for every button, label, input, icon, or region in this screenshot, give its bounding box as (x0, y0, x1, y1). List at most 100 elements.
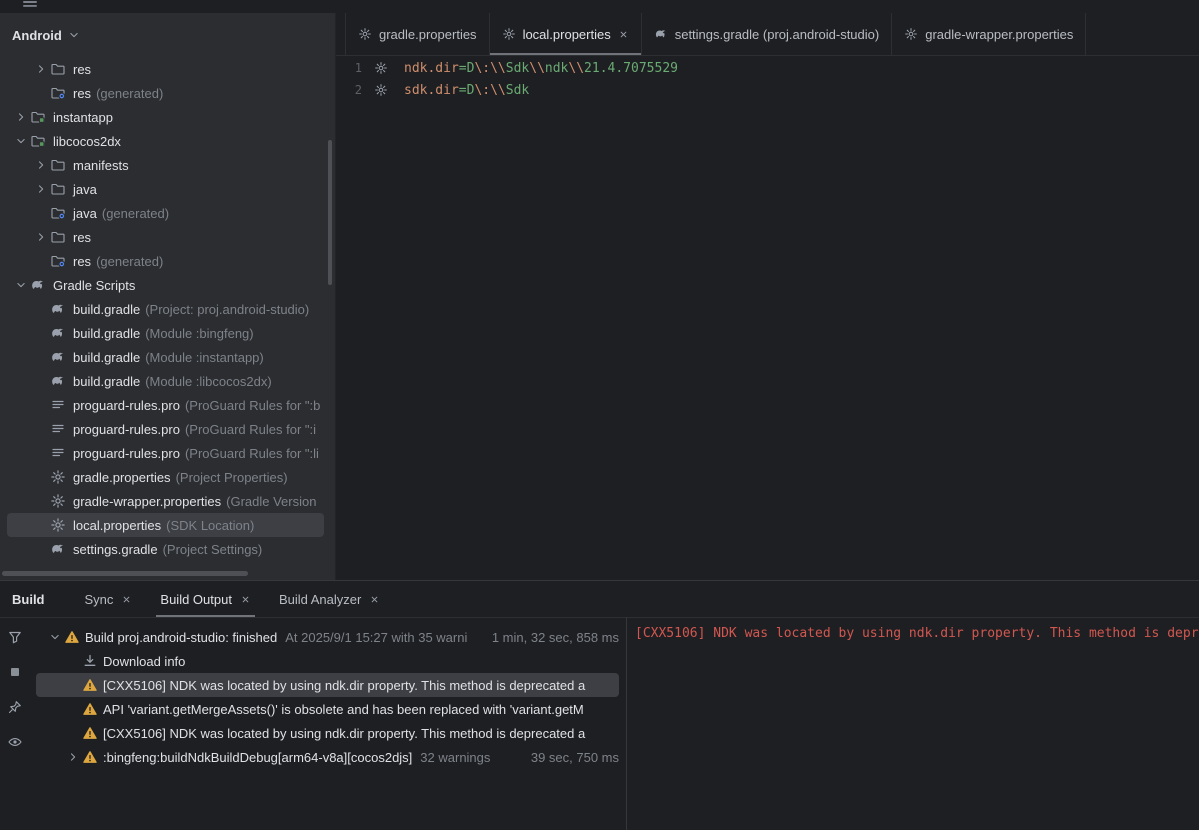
inspect-eye-icon[interactable] (7, 734, 23, 750)
chevron-spacer (64, 701, 82, 717)
tree-chevron[interactable] (32, 229, 50, 245)
project-view-selector[interactable]: Android (0, 13, 335, 57)
tree-chevron[interactable] (46, 629, 64, 645)
gradle-icon (50, 301, 66, 317)
build-tree-row-download-info[interactable]: Download info (30, 649, 625, 673)
gear-icon (904, 27, 918, 41)
gear-icon (50, 517, 66, 533)
tree-chevron[interactable] (32, 61, 50, 77)
stop-icon[interactable] (7, 664, 23, 680)
build-row-label: [CXX5106] NDK was located by using ndk.d… (103, 726, 585, 741)
tab-label: local.properties (523, 27, 611, 42)
text-file-icon (50, 445, 66, 461)
filter-icon[interactable] (7, 629, 23, 645)
tree-item-settings-gradle[interactable]: settings.gradle (Project Settings) (0, 537, 335, 561)
tree-item-build-gradle-project[interactable]: build.gradle (Project: proj.android-stud… (0, 297, 335, 321)
tree-chevron[interactable] (32, 157, 50, 173)
token: =D (459, 83, 475, 98)
vertical-scrollbar[interactable] (328, 140, 332, 285)
tree-item-res2-generated[interactable]: res (generated) (0, 249, 335, 273)
hamburger-menu-icon[interactable] (21, 0, 39, 11)
token: ndk.dir (404, 61, 459, 76)
tree-item-manifests[interactable]: manifests (0, 153, 335, 177)
build-console[interactable]: [CXX5106] NDK was located by using ndk.d… (626, 617, 1199, 830)
project-tree: res res (generated) instantapp libcocos2… (0, 57, 335, 561)
tree-item-res[interactable]: res (0, 57, 335, 81)
tree-chevron[interactable] (12, 133, 30, 149)
tab-label: settings.gradle (proj.android-studio) (675, 27, 880, 42)
token: =D (459, 61, 475, 76)
editor-content[interactable]: 1 ndk.dir=D\:\\Sdk\\ndk\\21.4.7075529 2 … (336, 56, 1199, 101)
tab-build-output[interactable]: Build Output (150, 581, 261, 617)
build-row-duration: 39 sec, 750 ms (531, 750, 625, 765)
tab-local-properties[interactable]: local.properties (490, 13, 642, 55)
build-tree-row-warning-2[interactable]: API 'variant.getMergeAssets()' is obsole… (30, 697, 625, 721)
tree-item-build-gradle-libcocos2dx[interactable]: build.gradle (Module :libcocos2dx) (0, 369, 335, 393)
tab-build-analyzer[interactable]: Build Analyzer (269, 581, 390, 617)
close-icon[interactable] (121, 594, 132, 605)
tree-chevron[interactable] (12, 109, 30, 125)
close-icon[interactable] (240, 594, 251, 605)
tree-item-gradle-scripts[interactable]: Gradle Scripts (0, 273, 335, 297)
tree-item-label: res (73, 86, 91, 101)
gutter-gear-icon[interactable] (374, 61, 388, 75)
tree-item-proguard-3[interactable]: proguard-rules.pro (ProGuard Rules for "… (0, 441, 335, 465)
chevron-spacer (32, 205, 50, 221)
close-icon[interactable] (369, 594, 380, 605)
build-output-tree: Build proj.android-studio: finished At 2… (30, 617, 625, 830)
folder-icon (50, 181, 66, 197)
tree-item-label: java (73, 206, 97, 221)
chevron-spacer (32, 517, 50, 533)
tab-sync[interactable]: Sync (75, 581, 143, 617)
project-view-title: Android (12, 28, 62, 43)
folder-icon (50, 157, 66, 173)
tree-item-libcocos2dx[interactable]: libcocos2dx (0, 129, 335, 153)
tree-chevron[interactable] (12, 277, 30, 293)
tree-item-res-generated[interactable]: res (generated) (0, 81, 335, 105)
tree-item-res2[interactable]: res (0, 225, 335, 249)
build-tree-row-bingfeng-task[interactable]: :bingfeng:buildNdkBuildDebug[arm64-v8a][… (30, 745, 625, 769)
code-text: sdk.dir=D\:\\Sdk (404, 83, 529, 98)
chevron-right-icon (35, 63, 47, 75)
tree-item-annotation: (ProGuard Rules for ":li (185, 446, 319, 461)
build-tree-row-warning-3[interactable]: [CXX5106] NDK was located by using ndk.d… (30, 721, 625, 745)
build-row-label: API 'variant.getMergeAssets()' is obsole… (103, 702, 584, 717)
generated-folder-icon (50, 253, 66, 269)
token: sdk.dir (404, 83, 459, 98)
tree-item-proguard-2[interactable]: proguard-rules.pro (ProGuard Rules for "… (0, 417, 335, 441)
tree-item-java-generated[interactable]: java (generated) (0, 201, 335, 225)
folder-icon (50, 61, 66, 77)
tree-item-build-gradle-bingfeng[interactable]: build.gradle (Module :bingfeng) (0, 321, 335, 345)
tree-item-label: proguard-rules.pro (73, 398, 180, 413)
gear-icon (358, 27, 372, 41)
tree-item-java[interactable]: java (0, 177, 335, 201)
build-tree-row-root[interactable]: Build proj.android-studio: finished At 2… (30, 625, 625, 649)
token: 21.4.7075529 (584, 61, 678, 76)
tree-item-instantapp[interactable]: instantapp (0, 105, 335, 129)
close-icon[interactable] (618, 29, 629, 40)
gutter-gear-icon[interactable] (374, 83, 388, 97)
tab-gradle-wrapper-properties[interactable]: gradle-wrapper.properties (892, 13, 1086, 55)
tab-settings-gradle[interactable]: settings.gradle (proj.android-studio) (642, 13, 893, 55)
token: ndk (545, 61, 568, 76)
tree-item-local-properties[interactable]: local.properties (SDK Location) (7, 513, 324, 537)
tree-chevron[interactable] (64, 749, 82, 765)
chevron-spacer (64, 653, 82, 669)
tree-item-label: proguard-rules.pro (73, 422, 180, 437)
chevron-down-icon (68, 29, 80, 41)
tab-gradle-properties[interactable]: gradle.properties (345, 13, 490, 55)
tree-item-build-gradle-instantapp[interactable]: build.gradle (Module :instantapp) (0, 345, 335, 369)
tree-item-gradle-wrapper-properties[interactable]: gradle-wrapper.properties (Gradle Versio… (0, 489, 335, 513)
tree-item-proguard-1[interactable]: proguard-rules.pro (ProGuard Rules for "… (0, 393, 335, 417)
build-toolbar-strip (0, 617, 30, 830)
horizontal-scrollbar[interactable] (2, 571, 248, 576)
gradle-icon (50, 349, 66, 365)
gradle-icon (50, 373, 66, 389)
code-text: ndk.dir=D\:\\Sdk\\ndk\\21.4.7075529 (404, 61, 678, 76)
pin-icon[interactable] (7, 699, 23, 715)
tree-item-label: proguard-rules.pro (73, 446, 180, 461)
editor-tab-bar: gradle.properties local.properties setti… (336, 13, 1199, 56)
tree-chevron[interactable] (32, 181, 50, 197)
build-tree-row-warning-1[interactable]: [CXX5106] NDK was located by using ndk.d… (36, 673, 619, 697)
tree-item-gradle-properties[interactable]: gradle.properties (Project Properties) (0, 465, 335, 489)
